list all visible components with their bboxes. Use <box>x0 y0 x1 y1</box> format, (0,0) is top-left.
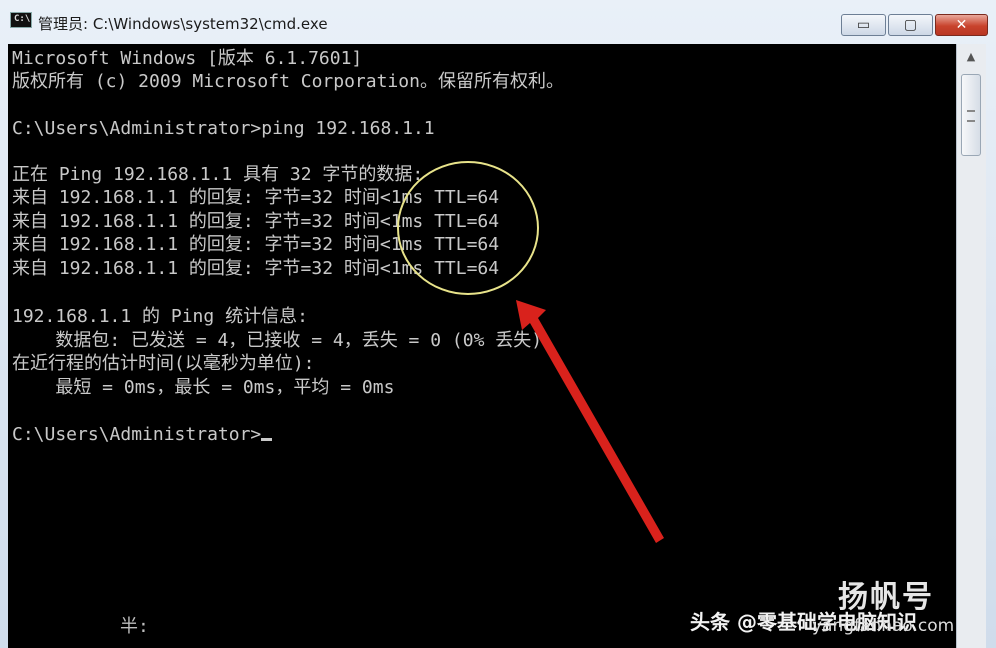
console-line: 192.168.1.1 的 Ping 统计信息: <box>12 306 308 327</box>
maximize-button[interactable]: ▢ <box>888 14 933 36</box>
grip-icon <box>967 110 975 122</box>
scroll-up-arrow-icon[interactable]: ▲ <box>961 47 981 67</box>
console-line: 正在 Ping 192.168.1.1 具有 32 字节的数据: <box>12 164 424 185</box>
console-prompt: C:\Users\Administrator> <box>12 424 262 445</box>
url-watermark: yangfanhao.com <box>812 616 955 636</box>
minimize-button[interactable]: ▭ <box>841 14 886 36</box>
vertical-scrollbar[interactable]: ▲ <box>956 44 986 648</box>
console-line: 来自 192.168.1.1 的回复: 字节=32 时间<1ms TTL=64 <box>12 211 500 232</box>
close-button[interactable]: ✕ <box>935 14 988 36</box>
title-bar[interactable]: C:\ 管理员: C:\Windows\system32\cmd.exe ▭ ▢… <box>0 0 996 44</box>
console-line: 来自 192.168.1.1 的回复: 字节=32 时间<1ms TTL=64 <box>12 187 500 208</box>
console-line: Microsoft Windows [版本 6.1.7601] <box>12 48 363 69</box>
console-line: 数据包: 已发送 = 4，已接收 = 4，丢失 = 0 (0% 丢失)， <box>12 330 561 351</box>
text-cursor <box>261 438 273 441</box>
cmd-window: C:\ 管理员: C:\Windows\system32\cmd.exe ▭ ▢… <box>0 0 996 648</box>
console-line: 来自 192.168.1.1 的回复: 字节=32 时间<1ms TTL=64 <box>12 234 500 255</box>
cmd-icon[interactable]: C:\ <box>10 12 32 28</box>
console-line: 最短 = 0ms，最长 = 0ms，平均 = 0ms <box>12 377 395 398</box>
cmd-icon-label: C:\ <box>14 14 31 24</box>
console-output[interactable]: Microsoft Windows [版本 6.1.7601] 版权所有 (c)… <box>8 44 956 648</box>
scrollbar-thumb[interactable] <box>961 74 981 156</box>
console-line: 在近行程的估计时间(以毫秒为单位): <box>12 353 315 374</box>
console-line: 版权所有 (c) 2009 Microsoft Corporation。保留所有… <box>12 71 564 92</box>
console-line: C:\Users\Administrator>ping 192.168.1.1 <box>12 118 435 139</box>
console-prompt-line[interactable]: C:\Users\Administrator> <box>12 424 273 446</box>
ime-status: 半: <box>120 616 149 637</box>
window-title: 管理员: C:\Windows\system32\cmd.exe <box>38 15 328 33</box>
console-line: 来自 192.168.1.1 的回复: 字节=32 时间<1ms TTL=64 <box>12 258 500 279</box>
